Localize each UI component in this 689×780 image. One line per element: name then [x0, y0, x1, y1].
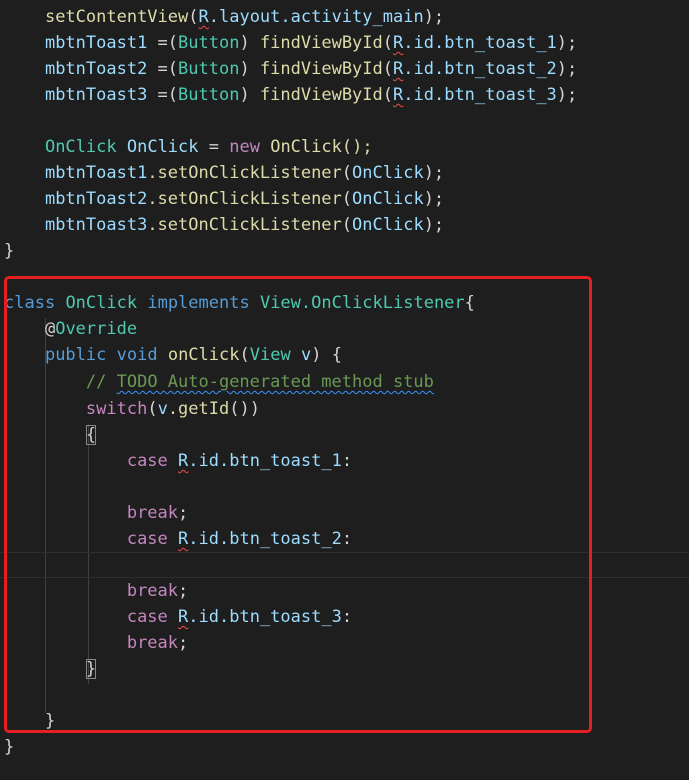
code-line[interactable]: } — [4, 734, 14, 760]
code-editor[interactable]: setContentView(R.layout.activity_main); … — [0, 0, 689, 780]
code-line[interactable]: mbtnToast1.setOnClickListener(OnClick); — [4, 160, 444, 186]
code-line[interactable]: mbtnToast2 =(Button) findViewById(R.id.b… — [4, 56, 577, 82]
code-line[interactable]: mbtnToast3.setOnClickListener(OnClick); — [4, 212, 444, 238]
code-line[interactable]: } — [4, 238, 14, 264]
code-line[interactable]: mbtnToast1 =(Button) findViewById(R.id.b… — [4, 30, 577, 56]
code-line[interactable]: setContentView(R.layout.activity_main); — [4, 4, 444, 30]
red-highlight-box — [4, 276, 592, 733]
r-class: R — [198, 7, 209, 27]
code-line[interactable]: mbtnToast3 =(Button) findViewById(R.id.b… — [4, 82, 577, 108]
code-line[interactable]: mbtnToast2.setOnClickListener(OnClick); — [4, 186, 444, 212]
code-line[interactable]: OnClick OnClick = new OnClick(); — [4, 134, 373, 160]
method-name: setContentView — [44, 7, 189, 27]
